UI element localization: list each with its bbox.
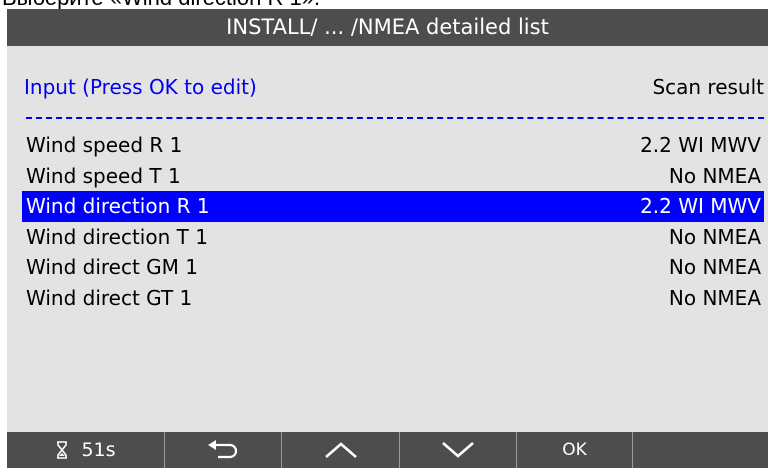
list-item[interactable]: Wind direction T 1 No NMEA xyxy=(22,222,764,253)
ok-softkey[interactable]: OK xyxy=(517,432,633,468)
header-divider xyxy=(26,117,764,119)
instruction-caption-text: Выберите «Wind direction R 1». xyxy=(0,0,776,9)
return-arrow-icon xyxy=(208,440,238,459)
page-title: INSTALL/ ... /NMEA detailed list xyxy=(226,15,549,39)
list-item-selected[interactable]: Wind direction R 1 2.2 WI MWV xyxy=(22,191,764,222)
list-item-value: No NMEA xyxy=(668,224,761,249)
ok-label: OK xyxy=(562,440,587,460)
empty-softkey[interactable] xyxy=(633,432,768,468)
nmea-list: Wind speed R 1 2.2 WI MWV Wind speed T 1… xyxy=(22,130,764,313)
list-item-label: Wind speed R 1 xyxy=(26,133,183,158)
scan-result-column-header: Scan result xyxy=(652,75,764,99)
list-item-label: Wind direct GT 1 xyxy=(26,285,193,310)
device-screen: INSTALL/ ... /NMEA detailed list Input (… xyxy=(7,9,768,468)
timer-softkey[interactable]: 51s xyxy=(7,432,165,468)
list-item-value: 2.2 WI MWV xyxy=(640,194,761,219)
title-bar: INSTALL/ ... /NMEA detailed list xyxy=(7,9,768,46)
list-item-value: No NMEA xyxy=(668,163,761,188)
up-softkey[interactable] xyxy=(282,432,400,468)
softkey-bar: 51s OK xyxy=(7,432,768,468)
hourglass-icon xyxy=(57,441,68,459)
list-item-value: No NMEA xyxy=(668,285,761,310)
list-header: Input (Press OK to edit) Scan result xyxy=(24,72,764,102)
list-item[interactable]: Wind speed R 1 2.2 WI MWV xyxy=(22,130,764,161)
list-item-label: Wind speed T 1 xyxy=(26,163,181,188)
chevron-down-icon xyxy=(442,442,474,458)
chevron-up-icon xyxy=(324,442,357,458)
back-softkey[interactable] xyxy=(165,432,282,468)
list-item[interactable]: Wind direct GM 1 No NMEA xyxy=(22,252,764,283)
list-item-value: No NMEA xyxy=(668,255,761,280)
list-item[interactable]: Wind direct GT 1 No NMEA xyxy=(22,283,764,314)
list-item[interactable]: Wind speed T 1 No NMEA xyxy=(22,161,764,192)
list-item-label: Wind direction R 1 xyxy=(26,194,210,219)
list-item-value: 2.2 WI MWV xyxy=(640,133,761,158)
list-item-label: Wind direction T 1 xyxy=(26,224,208,249)
instruction-caption: Выберите «Wind direction R 1». xyxy=(0,0,776,9)
nmea-list-panel: Input (Press OK to edit) Scan result Win… xyxy=(7,46,768,432)
timer-value: 51s xyxy=(81,439,116,461)
list-item-label: Wind direct GM 1 xyxy=(26,255,198,280)
input-column-header: Input (Press OK to edit) xyxy=(24,75,257,99)
down-softkey[interactable] xyxy=(400,432,517,468)
